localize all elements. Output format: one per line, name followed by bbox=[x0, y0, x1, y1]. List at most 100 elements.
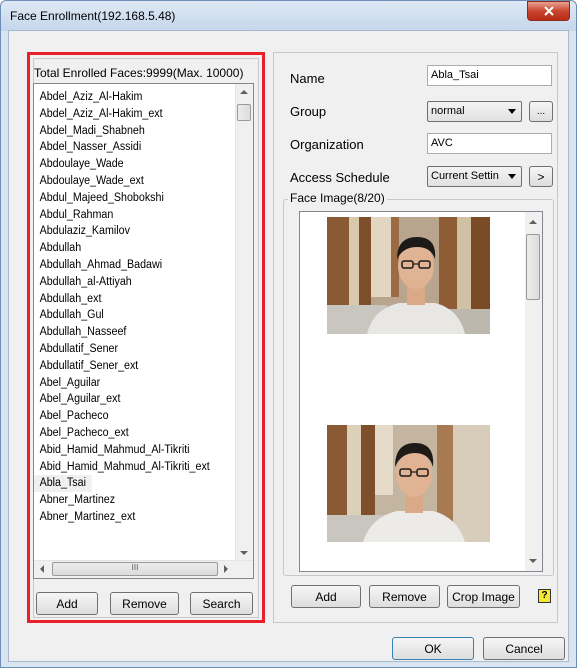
search-button[interactable]: Search bbox=[190, 592, 253, 615]
list-item[interactable]: Abel_Pacheco bbox=[34, 408, 234, 425]
organization-label: Organization bbox=[290, 137, 364, 152]
list-item-label: Abdul_Majeed_Shobokshi bbox=[39, 191, 164, 204]
face-photo-1-image bbox=[327, 217, 490, 334]
list-item-label: Abdullatif_Sener bbox=[39, 342, 119, 355]
list-items: Abdel_Aziz_Al-Hakim Abdel_Aziz_Al-Hakim_e… bbox=[34, 89, 234, 526]
schedule-next-button[interactable]: > bbox=[529, 166, 553, 187]
scroll-corner bbox=[236, 561, 253, 578]
list-item[interactable]: Abner_Martinez_ext bbox=[34, 509, 234, 526]
list-item-label: Abdel_Aziz_Al-Hakim_ext bbox=[39, 107, 163, 120]
window-title: Face Enrollment(192.168.5.48) bbox=[10, 9, 176, 23]
list-item[interactable]: Abdel_Aziz_Al-Hakim bbox=[34, 89, 234, 106]
list-item[interactable]: Abdel_Nasser_Assidi bbox=[34, 139, 234, 156]
ok-button[interactable]: OK bbox=[392, 637, 474, 660]
add-face-button[interactable]: Add bbox=[36, 592, 98, 615]
list-item[interactable]: Abdullatif_Sener bbox=[34, 341, 234, 358]
list-vertical-scrollbar[interactable] bbox=[235, 84, 253, 561]
scroll-down-icon[interactable] bbox=[240, 551, 248, 555]
face-photo-1[interactable] bbox=[327, 217, 490, 334]
scroll-up-icon[interactable] bbox=[529, 220, 537, 224]
list-item[interactable]: Abdulaziz_Kamilov bbox=[34, 223, 234, 240]
list-item-label: Abdoulaye_Wade bbox=[39, 158, 124, 171]
remove-image-button[interactable]: Remove bbox=[369, 585, 440, 608]
face-photo-2[interactable] bbox=[327, 425, 490, 542]
list-item-label: Abdel_Madi_Shabneh bbox=[39, 124, 145, 137]
crop-image-button[interactable]: Crop Image bbox=[447, 585, 520, 608]
list-item-label: Abla_Tsai bbox=[34, 475, 92, 493]
face-photo-2-image bbox=[327, 425, 490, 542]
list-item-label: Abdullah_Ahmad_Badawi bbox=[39, 258, 163, 271]
list-item-label: Abdullah_Nasseef bbox=[39, 326, 127, 339]
list-item-label: Abdulaziz_Kamilov bbox=[39, 225, 130, 238]
list-item-label: Abdel_Nasser_Assidi bbox=[39, 141, 142, 154]
scroll-down-icon[interactable] bbox=[529, 559, 537, 563]
list-item[interactable]: Abid_Hamid_Mahmud_Al-Tikriti bbox=[34, 442, 234, 459]
group-label: Group bbox=[290, 104, 327, 119]
list-item-label: Abdoulaye_Wade_ext bbox=[39, 174, 144, 187]
dropdown-arrow-icon bbox=[508, 109, 516, 114]
list-item[interactable]: Abdullatif_Sener_ext bbox=[34, 358, 234, 375]
list-item[interactable]: Abel_Aguilar bbox=[34, 375, 234, 392]
list-item-label: Abner_Martinez bbox=[39, 494, 116, 507]
list-item-label: Abdullah bbox=[39, 242, 82, 255]
list-horizontal-scrollbar[interactable]: III bbox=[34, 560, 253, 578]
horizontal-scroll-thumb[interactable]: III bbox=[52, 562, 218, 576]
group-more-button[interactable]: ... bbox=[529, 101, 553, 122]
list-item[interactable]: Abdullah_al-Attiyah bbox=[34, 274, 234, 291]
list-item-label: Abel_Pacheco bbox=[39, 410, 109, 423]
list-item-label: Abdul_Rahman bbox=[39, 208, 114, 221]
list-item-label: Abdullah_ext bbox=[39, 292, 102, 305]
access-schedule-label: Access Schedule bbox=[290, 170, 390, 185]
group-select[interactable]: normal bbox=[427, 101, 522, 122]
list-item[interactable]: Abla_Tsai bbox=[34, 475, 234, 493]
total-enrolled-label: Total Enrolled Faces:9999(Max. 10000) bbox=[34, 66, 244, 80]
list-item-label: Abel_Pacheco_ext bbox=[39, 426, 129, 439]
remove-face-button[interactable]: Remove bbox=[110, 592, 179, 615]
list-item-label: Abdullah_Gul bbox=[39, 309, 104, 322]
name-field[interactable]: Abla_Tsai bbox=[427, 65, 552, 86]
list-item[interactable]: Abdul_Majeed_Shobokshi bbox=[34, 190, 234, 207]
face-image-label: Face Image(8/20) bbox=[288, 191, 387, 205]
face-image-viewer[interactable] bbox=[299, 211, 543, 572]
list-item-label: Abid_Hamid_Mahmud_Al-Tikriti bbox=[39, 443, 190, 456]
list-item[interactable]: Abdul_Rahman bbox=[34, 207, 234, 224]
list-item[interactable]: Abdoulaye_Wade_ext bbox=[34, 173, 234, 190]
access-schedule-select[interactable]: Current Settin bbox=[427, 166, 522, 187]
close-button[interactable] bbox=[527, 1, 570, 21]
list-item-label: Abdullah_al-Attiyah bbox=[39, 275, 132, 288]
organization-field[interactable]: AVC bbox=[427, 133, 552, 154]
help-icon[interactable]: ? bbox=[538, 589, 551, 603]
list-item[interactable]: Abid_Hamid_Mahmud_Al-Tikriti_ext bbox=[34, 459, 234, 476]
dropdown-arrow-icon bbox=[508, 174, 516, 179]
list-item[interactable]: Abdullah bbox=[34, 240, 234, 257]
list-item[interactable]: Abdullah_Ahmad_Badawi bbox=[34, 257, 234, 274]
cancel-button[interactable]: Cancel bbox=[483, 637, 565, 660]
face-vertical-scrollbar[interactable] bbox=[525, 212, 542, 571]
list-item-label: Abdel_Aziz_Al-Hakim bbox=[39, 91, 143, 103]
list-item-label: Abner_Martinez_ext bbox=[39, 510, 136, 523]
add-image-button[interactable]: Add bbox=[291, 585, 361, 608]
scroll-thumb[interactable] bbox=[237, 104, 251, 121]
scroll-up-icon[interactable] bbox=[240, 90, 248, 94]
list-item[interactable]: Abner_Martinez bbox=[34, 492, 234, 509]
name-label: Name bbox=[290, 71, 325, 86]
list-item[interactable]: Abel_Aguilar_ext bbox=[34, 391, 234, 408]
list-item[interactable]: Abel_Pacheco_ext bbox=[34, 425, 234, 442]
group-select-value: normal bbox=[431, 105, 465, 117]
close-icon bbox=[543, 6, 554, 16]
face-scroll-thumb[interactable] bbox=[526, 234, 540, 300]
enrolled-faces-list[interactable]: Abdel_Aziz_Al-Hakim Abdel_Aziz_Al-Hakim_e… bbox=[33, 83, 254, 579]
scroll-right-icon[interactable] bbox=[224, 565, 228, 573]
list-item[interactable]: Abdullah_Gul bbox=[34, 307, 234, 324]
list-item[interactable]: Abdullah_ext bbox=[34, 291, 234, 308]
list-item-label: Abdullatif_Sener_ext bbox=[39, 359, 139, 372]
list-item-label: Abel_Aguilar bbox=[39, 376, 101, 389]
title-bar[interactable]: Face Enrollment(192.168.5.48) bbox=[1, 1, 576, 31]
list-item[interactable]: Abdoulaye_Wade bbox=[34, 156, 234, 173]
list-item-label: Abid_Hamid_Mahmud_Al-Tikriti_ext bbox=[39, 460, 210, 473]
list-item[interactable]: Abdel_Madi_Shabneh bbox=[34, 123, 234, 140]
list-item[interactable]: Abdullah_Nasseef bbox=[34, 324, 234, 341]
access-schedule-value: Current Settin bbox=[431, 170, 499, 182]
scroll-left-icon[interactable] bbox=[40, 565, 44, 573]
list-item[interactable]: Abdel_Aziz_Al-Hakim_ext bbox=[34, 106, 234, 123]
